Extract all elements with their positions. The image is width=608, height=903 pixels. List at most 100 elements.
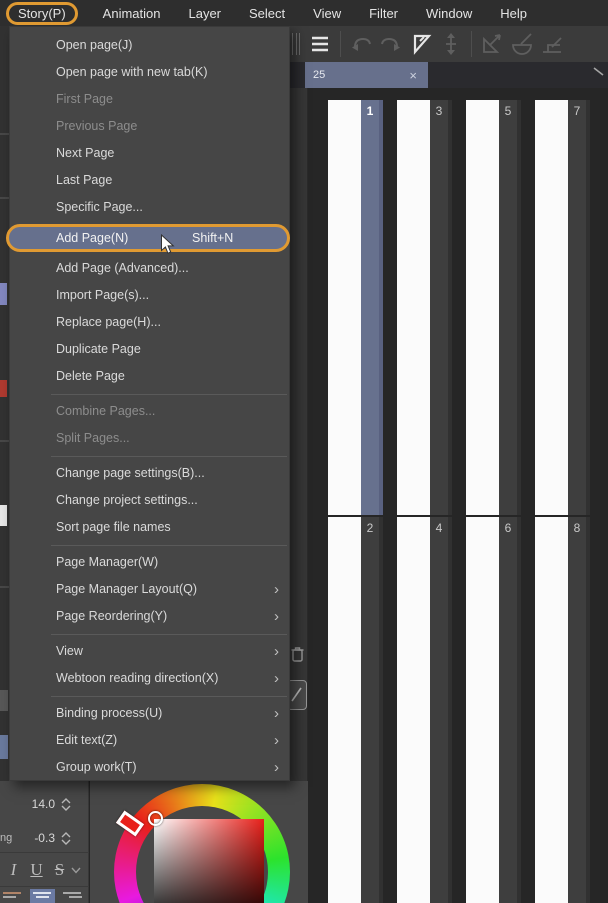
snap-ruler-icon[interactable]: [477, 29, 507, 59]
page-number-strip: 1: [361, 100, 383, 515]
menu-separator: [51, 544, 287, 546]
menu-item-duplicate-page[interactable]: Duplicate Page: [10, 336, 289, 363]
menu-item-label: Next Page: [56, 146, 115, 160]
menu-separator: [51, 393, 287, 395]
saturation-value-square[interactable]: [154, 819, 264, 903]
letter-spacing-field[interactable]: -0.3: [0, 831, 55, 845]
page-thumbnail-6[interactable]: 6: [466, 517, 521, 903]
page-number: 4: [435, 521, 443, 535]
menubar-item-view[interactable]: View: [304, 4, 350, 23]
menu-item-delete-page[interactable]: Delete Page: [10, 363, 289, 390]
menubar-item-story-p[interactable]: Story(P): [6, 1, 78, 25]
page-thumbnail-2[interactable]: 2: [328, 517, 383, 903]
undo-icon[interactable]: [346, 29, 376, 59]
menu-item-change-page-settings[interactable]: Change page settings(B)...: [10, 460, 289, 487]
chevron-down-icon[interactable]: [593, 67, 605, 76]
rail-selected-mark: [0, 735, 8, 759]
italic-button[interactable]: I: [2, 857, 25, 883]
menu-item-group-work[interactable]: Group work(T) ›: [10, 754, 289, 781]
page-number-strip: 3: [430, 100, 452, 515]
tab-label: 25: [313, 69, 326, 81]
menu-item-edit-text[interactable]: Edit text(Z) ›: [10, 727, 289, 754]
menubar-item-animation[interactable]: Animation: [94, 4, 170, 23]
page-thumbnail-5[interactable]: 5: [466, 100, 521, 515]
menu-item-add-page-advanced[interactable]: Add Page (Advanced)...: [10, 255, 289, 282]
menu-item-open-page[interactable]: Open page(J): [10, 32, 289, 59]
close-icon[interactable]: ×: [406, 68, 420, 83]
menu-item-replace-page[interactable]: Replace page(H)...: [10, 309, 289, 336]
page-thumbnail-7[interactable]: 7: [535, 100, 590, 515]
menu-item-open-page-new-tab[interactable]: Open page with new tab(K): [10, 59, 289, 86]
menubar-item-filter[interactable]: Filter: [360, 4, 407, 23]
pen-tool-button[interactable]: [287, 680, 307, 710]
left-panel-edge: [0, 26, 9, 781]
menu-item-specific-page[interactable]: Specific Page...: [10, 194, 289, 221]
menubar-item-window[interactable]: Window: [417, 4, 481, 23]
letter-spacing-stepper[interactable]: [60, 831, 72, 846]
page-thumbnail-3[interactable]: 3: [397, 100, 452, 515]
strikethrough-button[interactable]: S: [48, 857, 71, 883]
menu-item-label: Sort page file names: [56, 520, 171, 534]
menu-item-shortcut: Shift+N: [192, 231, 234, 245]
page-sheet: [328, 517, 361, 903]
menu-item-webtoon-reading-direction[interactable]: Webtoon reading direction(X) ›: [10, 665, 289, 692]
chevron-down-icon[interactable]: [71, 861, 81, 879]
snap-grid-icon[interactable]: [537, 29, 567, 59]
font-size-stepper[interactable]: [60, 797, 72, 812]
menu-item-binding-process[interactable]: Binding process(U) ›: [10, 700, 289, 727]
sv-handle[interactable]: [148, 811, 163, 826]
canvas-tab[interactable]: 25 ×: [305, 62, 428, 88]
rail-red-mark: [0, 380, 7, 397]
submenu-arrow-icon: ›: [274, 608, 279, 625]
font-size-field[interactable]: 14.0: [0, 797, 55, 811]
menu-hamburger-icon[interactable]: [305, 29, 335, 59]
menubar-item-help[interactable]: Help: [491, 4, 536, 23]
menu-item-page-reordering[interactable]: Page Reordering(Y) ›: [10, 603, 289, 630]
page-sheet: [397, 100, 430, 515]
page-sheet: [466, 517, 499, 903]
menu-item-label: Add Page(N): [56, 231, 129, 245]
menu-item-label: Open page(J): [56, 38, 133, 52]
menu-item-change-project-settings[interactable]: Change project settings...: [10, 487, 289, 514]
menu-separator: [51, 633, 287, 635]
menu-item-page-manager[interactable]: Page Manager(W): [10, 549, 289, 576]
menu-item-label: Previous Page: [56, 119, 138, 133]
menu-item-label: Page Manager(W): [56, 555, 159, 569]
menu-bar: Story(P) Animation Layer Select View Filter Wi…: [0, 0, 608, 26]
menu-item-import-pages[interactable]: Import Page(s)...: [10, 282, 289, 309]
menu-item-label: Binding process(U): [56, 706, 163, 720]
palette-drag-handle[interactable]: [292, 33, 300, 55]
menu-item-sort-page-file-names[interactable]: Sort page file names: [10, 514, 289, 541]
submenu-arrow-icon: ›: [274, 643, 279, 660]
triangle-flag-icon[interactable]: [406, 29, 436, 59]
menu-item-page-manager-layout[interactable]: Page Manager Layout(Q) ›: [10, 576, 289, 603]
menu-item-label: Open page with new tab(K): [56, 65, 208, 79]
snap-special-ruler-icon[interactable]: [507, 29, 537, 59]
rail-divider: [0, 133, 9, 135]
page-sheet: [397, 517, 430, 903]
menu-item-add-page[interactable]: Add Page(N) Shift+N: [6, 224, 290, 252]
menubar-item-select[interactable]: Select: [240, 4, 294, 23]
mouse-cursor: [161, 234, 175, 254]
fit-height-icon[interactable]: [436, 29, 466, 59]
page-thumbnail-1[interactable]: 1: [328, 100, 383, 515]
trash-icon[interactable]: [290, 646, 305, 663]
redo-icon[interactable]: [376, 29, 406, 59]
page-thumbnail-4[interactable]: 4: [397, 517, 452, 903]
align-center-button[interactable]: [30, 889, 55, 903]
menu-item-label: First Page: [56, 92, 113, 106]
toolbar-separator: [471, 31, 472, 57]
page-number-strip: 7: [568, 100, 590, 515]
menu-item-last-page[interactable]: Last Page: [10, 167, 289, 194]
menu-item-label: Edit text(Z): [56, 733, 118, 747]
menubar-item-layer[interactable]: Layer: [179, 4, 230, 23]
menu-item-view[interactable]: View ›: [10, 638, 289, 665]
page-manager-canvas[interactable]: 1 2 3 4 5 6 7 8: [308, 88, 608, 903]
page-number-strip: 5: [499, 100, 521, 515]
underline-button[interactable]: U: [25, 857, 48, 883]
menu-item-next-page[interactable]: Next Page: [10, 140, 289, 167]
page-sheet: [535, 100, 568, 515]
align-right-button[interactable]: [60, 889, 85, 903]
page-thumbnail-8[interactable]: 8: [535, 517, 590, 903]
align-left-button[interactable]: [0, 889, 25, 903]
